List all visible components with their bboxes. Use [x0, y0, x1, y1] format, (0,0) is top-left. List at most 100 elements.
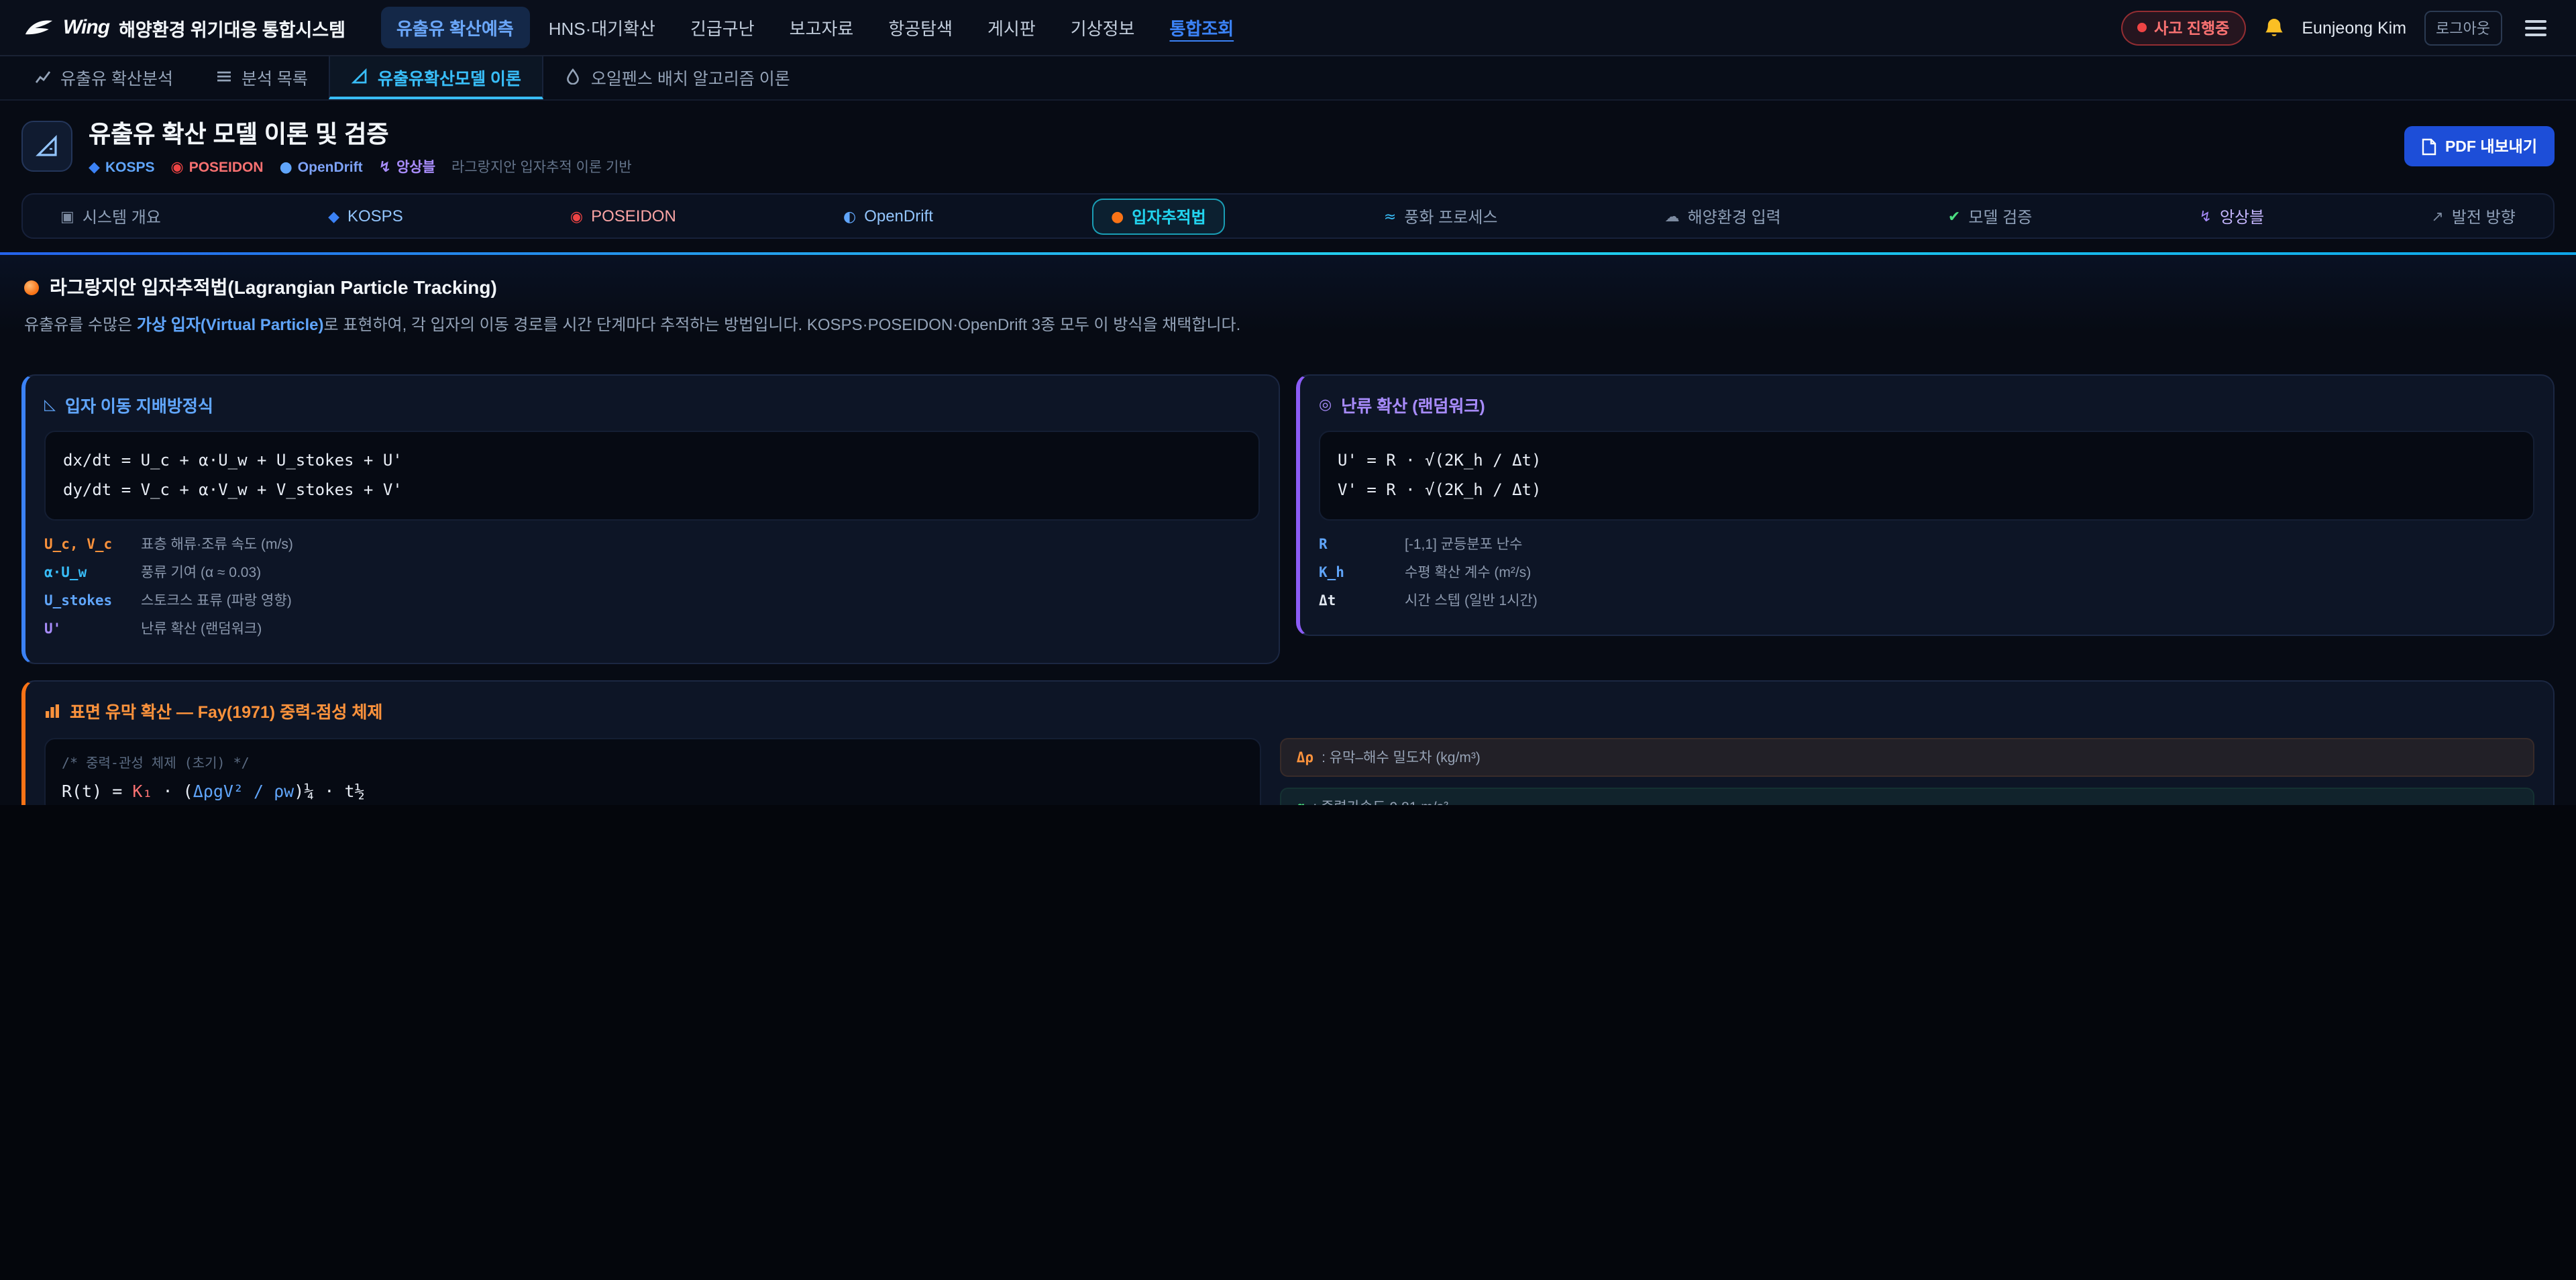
- sub-tabbar: 유출유 확산분석 분석 목록 유출유확산모델 이론 오일펜스 배치 알고리즘 이…: [0, 56, 2576, 101]
- lagrangian-section: 라그랑지안 입자추적법(Lagrangian Particle Tracking…: [0, 255, 2576, 356]
- secnav-weathering[interactable]: ≈풍화 프로세스: [1376, 199, 1506, 233]
- rocket-icon: ↗: [2431, 209, 2443, 223]
- badge-kosps: ◆KOSPS: [89, 159, 154, 175]
- particle-icon: [24, 280, 39, 295]
- random-walk-code: U' = R · √(2K_h / Δt) V' = R · √(2K_h / …: [1319, 430, 2534, 521]
- check-icon: ✔: [1948, 209, 1960, 223]
- nav-item-board[interactable]: 게시판: [971, 7, 1052, 48]
- navbar-right: 사고 진행중 Eunjeong Kim 로그아웃: [2121, 10, 2552, 45]
- model-badges-row: ◆KOSPS ◉POSEIDON ●OpenDrift ↯앙상블 라그랑지안 입…: [89, 157, 632, 177]
- pdf-export-button[interactable]: PDF 내보내기: [2405, 126, 2555, 166]
- fay-parameters: Δρ: 유막–해수 밀도차 (kg/m³) g: 중력가속도 9.81 m/s²…: [1281, 738, 2534, 926]
- bolt-icon: ↯: [379, 160, 391, 174]
- fay-formulas: /* 중력-관성 체제 (초기) */ R(t) = K₁ · (ΔρgV² /…: [44, 738, 1262, 926]
- card-fay-spreading: 표면 유막 확산 — Fay(1971) 중력-점성 체제 /* 중력-관성 체…: [21, 680, 2555, 943]
- secnav-roadmap[interactable]: ↗발전 방향: [2423, 199, 2523, 233]
- notification-bell-icon[interactable]: [2263, 17, 2284, 38]
- equation-cards-row: ◺ 입자 이동 지배방정식 dx/dt = U_c + α·U_w + U_st…: [21, 374, 2555, 664]
- incident-dot-icon: [2137, 23, 2146, 32]
- monitor-icon: ▣: [60, 209, 74, 223]
- secnav-poseidon[interactable]: ◉POSEIDON: [562, 201, 684, 231]
- card-fay-title: 표면 유막 확산 — Fay(1971) 중력-점성 체제: [44, 698, 2534, 723]
- target-icon: ◉: [170, 160, 183, 174]
- param-volume: V: 유출 체적 (m³): [1281, 837, 2534, 876]
- app-logo: Wing 해양환경 위기대응 통합시스템: [24, 14, 345, 41]
- ruler-icon: ◺: [44, 396, 56, 411]
- logout-button[interactable]: 로그아웃: [2424, 10, 2502, 45]
- badge-opendrift: ●OpenDrift: [280, 159, 363, 175]
- card-governing-equation: ◺ 입자 이동 지배방정식 dx/dt = U_c + α·U_w + U_st…: [21, 374, 1280, 664]
- tab-oilfence-theory[interactable]: 오일펜스 배치 알고리즘 이론: [544, 56, 812, 99]
- fay-grid: /* 중력-관성 체제 (초기) */ R(t) = K₁ · (ΔρgV² /…: [44, 738, 2534, 926]
- target-icon: ◉: [570, 209, 583, 223]
- section-nav: ▣시스템 개요 ◆KOSPS ◉POSEIDON ◐OpenDrift ●입자추…: [21, 193, 2555, 239]
- cloud-icon: ☁: [1665, 209, 1680, 223]
- legend-row: α·U_w풍류 기여 (α ≈ 0.03): [44, 562, 1260, 582]
- page-title: 유출유 확산 모델 이론 및 검증: [89, 115, 632, 150]
- model-ruler-icon: [35, 134, 59, 158]
- nav-item-weather-info[interactable]: 기상정보: [1055, 7, 1151, 48]
- secnav-ocean-input[interactable]: ☁해양환경 입력: [1657, 199, 1789, 233]
- wave-icon: ≈: [1384, 209, 1396, 223]
- document-icon: [2422, 138, 2437, 155]
- bar-chart-icon: [44, 702, 60, 718]
- governing-equation-code: dx/dt = U_c + α·U_w + U_stokes + U' dy/d…: [44, 430, 1260, 521]
- secnav-validation[interactable]: ✔모델 검증: [1940, 199, 2040, 233]
- nav-item-aerial-search[interactable]: 항공탐색: [872, 7, 969, 48]
- swirl-icon: ◐: [843, 209, 856, 223]
- app-viewport: Wing 해양환경 위기대응 통합시스템 유출유 확산예측 HNS·대기확산 긴…: [0, 0, 2576, 1280]
- page-subtitle: 라그랑지안 입자추적 이론 기반: [451, 157, 632, 177]
- card-random-walk-title: ◎ 난류 확산 (랜덤워크): [1319, 391, 2534, 417]
- incident-label: 사고 진행중: [2154, 17, 2229, 38]
- ruler-icon: [352, 68, 368, 85]
- legend-row: U_stokes스토크스 표류 (파랑 영향): [44, 590, 1260, 610]
- fay-gravity-inertia-block: /* 중력-관성 체제 (초기) */ R(t) = K₁ · (ΔρgV² /…: [44, 738, 1262, 814]
- app-title: 해양환경 위기대응 통합시스템: [119, 14, 345, 41]
- badge-poseidon: ◉POSEIDON: [170, 159, 263, 175]
- nav-item-reports[interactable]: 보고자료: [773, 7, 870, 48]
- badge-ensemble: ↯앙상블: [379, 157, 435, 177]
- secnav-opendrift[interactable]: ◐OpenDrift: [835, 201, 941, 231]
- list-icon: [216, 68, 232, 85]
- page-header-text: 유출유 확산 모델 이론 및 검증 ◆KOSPS ◉POSEIDON ●Open…: [89, 115, 632, 177]
- virtual-particle-highlight: 가상 입자(Virtual Particle): [137, 315, 324, 334]
- legend-row: Δt시간 스텝 (일반 1시간): [1319, 590, 2534, 610]
- tab-spill-analysis[interactable]: 유출유 확산분석: [13, 56, 195, 99]
- nav-item-hns-atmospheric[interactable]: HNS·대기확산: [533, 7, 672, 48]
- nav-item-integrated-search[interactable]: 통합조회: [1153, 7, 1250, 48]
- legend-row: U_c, V_c표층 해류·조류 속도 (m/s): [44, 534, 1260, 554]
- tab-analysis-list[interactable]: 분석 목록: [195, 56, 329, 99]
- incident-status-badge[interactable]: 사고 진행중: [2121, 10, 2245, 45]
- legend-row: K_h수평 확산 계수 (m²/s): [1319, 562, 2534, 582]
- fay-formula-2: R(t) = K₂ · (ΔρgV² / νw)⅙ · t¼: [62, 871, 1244, 891]
- secnav-ensemble[interactable]: ↯앙상블: [2192, 199, 2273, 233]
- bolt-icon: ↯: [2200, 209, 2212, 223]
- nav-item-oil-spill-prediction[interactable]: 유출유 확산예측: [380, 7, 530, 48]
- secnav-system-overview[interactable]: ▣시스템 개요: [52, 199, 169, 233]
- page-icon-box: [21, 121, 72, 172]
- top-navbar: Wing 해양환경 위기대응 통합시스템 유출유 확산예측 HNS·대기확산 긴…: [0, 0, 2576, 56]
- nav-item-emergency-rescue[interactable]: 긴급구난: [674, 7, 771, 48]
- secnav-kosps[interactable]: ◆KOSPS: [320, 201, 411, 231]
- chart-line-icon: [35, 68, 51, 85]
- swirl-icon: ◎: [1319, 396, 1332, 411]
- diamond-icon: ◆: [328, 209, 339, 223]
- random-walk-legend: R[-1,1] 균등분포 난수 K_h수평 확산 계수 (m²/s) Δt시간 …: [1319, 534, 2534, 610]
- wing-logo-icon: [24, 17, 54, 38]
- param-viscosity: νw: 해수 동점성계수 (m²/s): [1281, 887, 2534, 926]
- logo-text: Wing: [63, 16, 109, 39]
- fay-gravity-viscous-block: /* 중력-점성 체제 (후기) */ R(t) = K₂ · (ΔρgV² /…: [44, 828, 1262, 904]
- diamond-icon: ◆: [89, 160, 100, 174]
- particle-icon: ●: [1111, 209, 1124, 223]
- section-description: 유출유를 수많은 가상 입자(Virtual Particle)로 표현하여, …: [24, 313, 2552, 337]
- legend-row: U'난류 확산 (랜덤워크): [44, 619, 1260, 639]
- droplet-icon: [566, 68, 582, 85]
- param-gravity: g: 중력가속도 9.81 m/s²: [1281, 788, 2534, 826]
- main-nav: 유출유 확산예측 HNS·대기확산 긴급구난 보고자료 항공탐색 게시판 기상정…: [380, 7, 1250, 48]
- secnav-particle-tracking[interactable]: ●입자추적법: [1092, 198, 1225, 234]
- card-governing-title: ◺ 입자 이동 지배방정식: [44, 391, 1260, 417]
- menu-hamburger-icon[interactable]: [2520, 14, 2552, 41]
- tab-model-theory[interactable]: 유출유확산모델 이론: [329, 56, 544, 99]
- fay-formula-1: R(t) = K₁ · (ΔρgV² / ρw)¼ · t½: [62, 781, 1244, 801]
- card-random-walk: ◎ 난류 확산 (랜덤워크) U' = R · √(2K_h / Δt) V' …: [1296, 374, 2555, 636]
